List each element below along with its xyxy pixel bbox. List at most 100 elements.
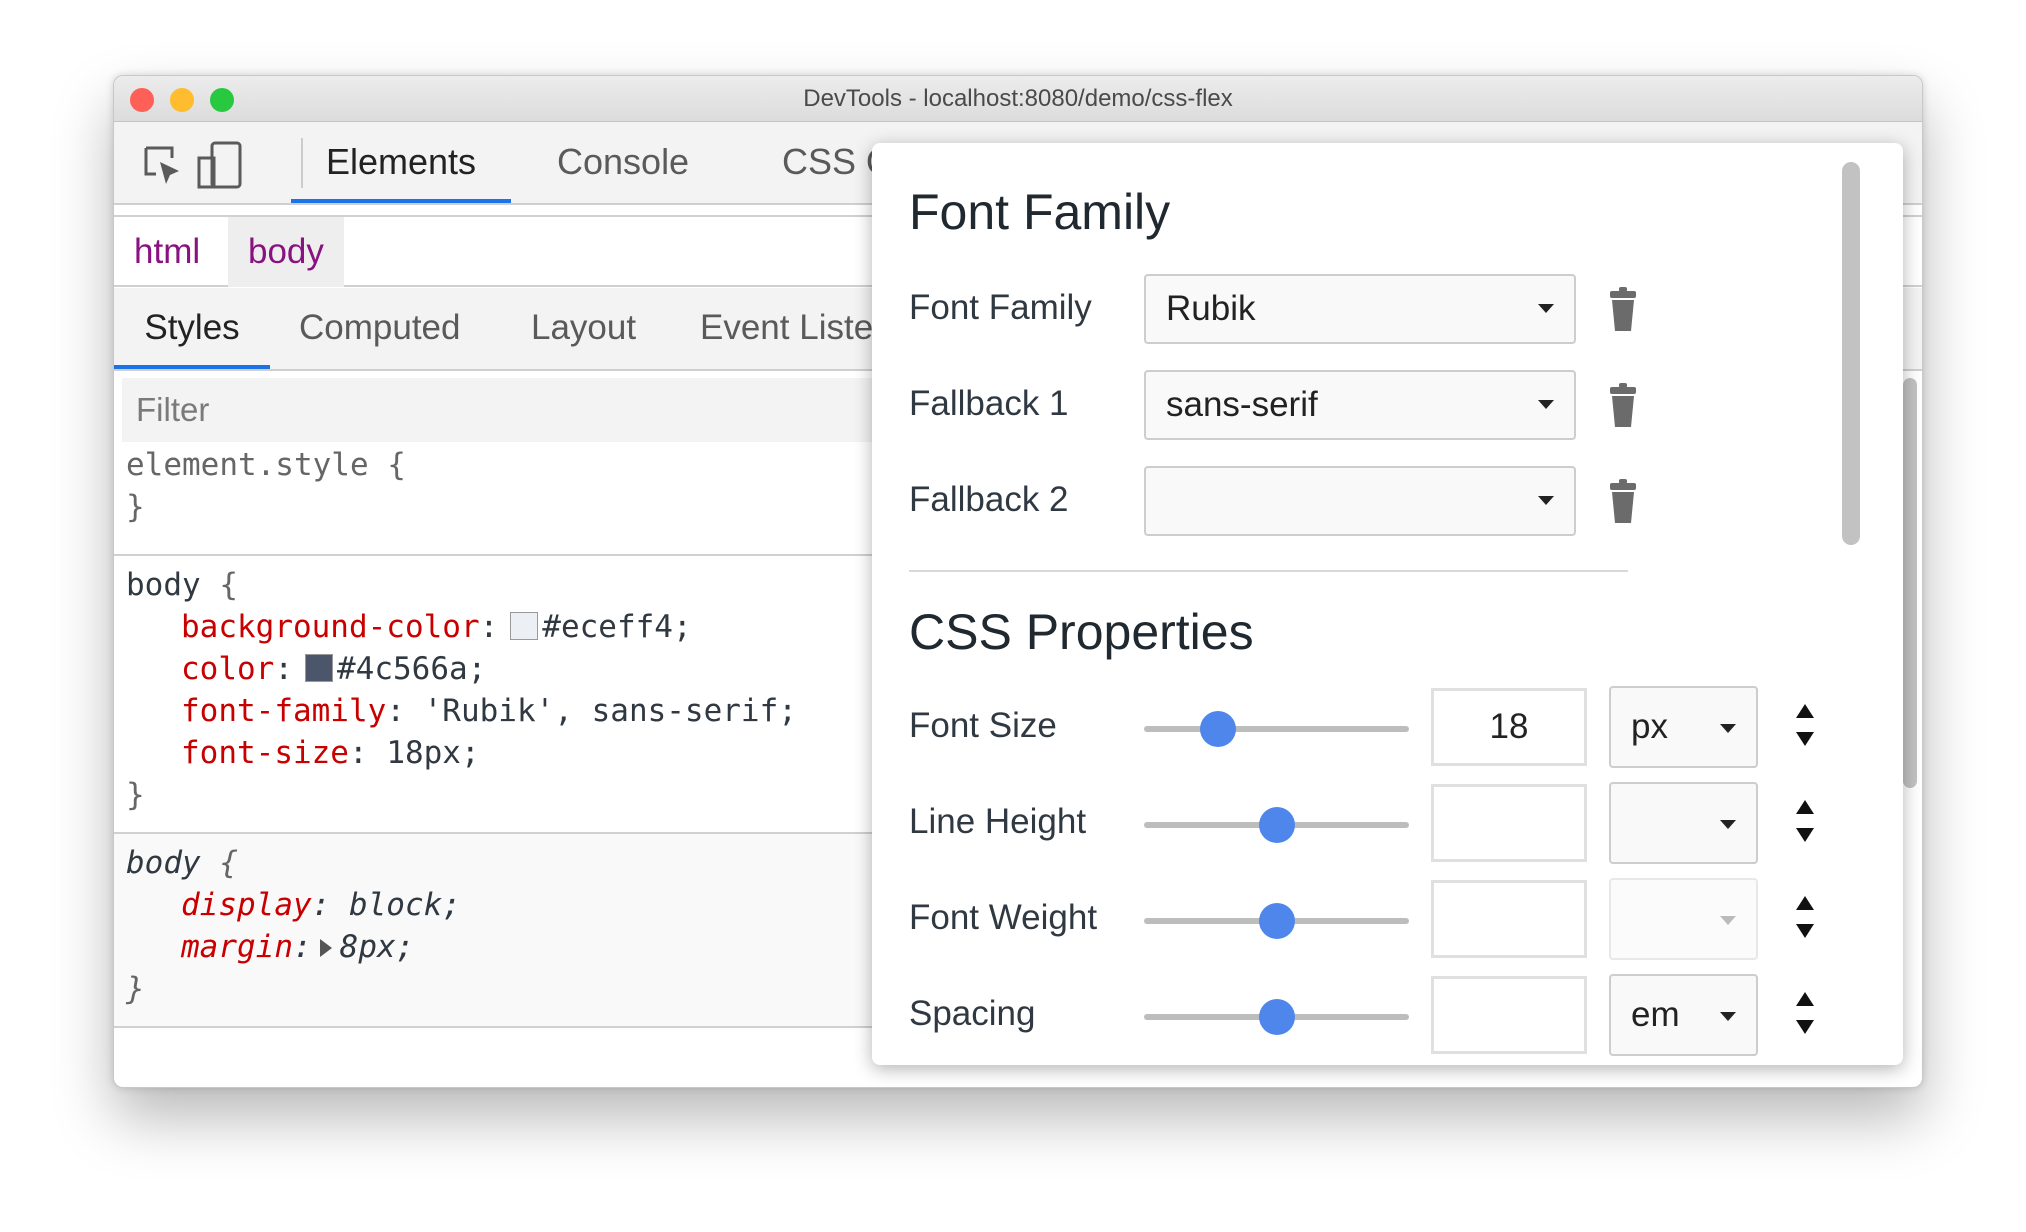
chevron-down-icon xyxy=(1720,724,1736,733)
css-properties-heading: CSS Properties xyxy=(909,604,1254,660)
rule-selector: body xyxy=(126,567,201,603)
property-name[interactable]: color xyxy=(181,651,274,687)
property-value[interactable]: #4c566a; xyxy=(337,651,486,687)
trash-icon[interactable] xyxy=(1610,287,1636,331)
property-name: display xyxy=(181,887,312,923)
font-family-select[interactable]: sans-serif xyxy=(1144,370,1576,440)
trash-icon[interactable] xyxy=(1610,479,1636,523)
title-bar: DevTools - localhost:8080/demo/css-flex xyxy=(114,76,1922,122)
color-swatch[interactable] xyxy=(305,654,333,682)
font-family-heading: Font Family xyxy=(909,184,1171,240)
font-family-label: Font Family xyxy=(909,288,1092,327)
chevron-down-icon xyxy=(1538,400,1554,409)
font-family-select[interactable] xyxy=(1144,466,1576,536)
chevron-down-icon xyxy=(1720,820,1736,829)
inspect-element-icon[interactable] xyxy=(142,144,186,188)
property-slider[interactable] xyxy=(1144,999,1409,1035)
rule-close: } xyxy=(126,777,145,813)
breadcrumb-html[interactable]: html xyxy=(114,217,220,287)
tab-elements[interactable]: Elements xyxy=(291,122,511,203)
property-name: margin xyxy=(181,929,293,965)
slider-thumb[interactable] xyxy=(1259,807,1295,843)
tab-layout[interactable]: Layout xyxy=(531,288,636,369)
stepper-arrows-icon[interactable] xyxy=(1796,800,1816,842)
color-swatch[interactable] xyxy=(510,612,539,640)
section-divider xyxy=(909,570,1628,572)
property-label: Spacing xyxy=(909,994,1036,1033)
zoom-window-button[interactable] xyxy=(210,88,234,112)
property-value-input[interactable] xyxy=(1431,880,1587,958)
stepper-arrows-icon[interactable] xyxy=(1796,704,1816,746)
rule-close: } xyxy=(126,489,145,525)
font-editor-popup: Font Family Font Family Rubik Fallback 1… xyxy=(872,143,1903,1065)
close-window-button[interactable] xyxy=(130,88,154,112)
unit-select[interactable] xyxy=(1609,782,1758,864)
rule-selector: element.style { xyxy=(126,447,406,483)
unit-value: em xyxy=(1631,995,1680,1034)
property-value-input[interactable] xyxy=(1431,784,1587,862)
filter-input[interactable]: Filter xyxy=(122,378,902,442)
tab-console[interactable]: Console xyxy=(557,122,689,203)
declaration: display: block; xyxy=(181,887,461,923)
rule-body: body { background-color: #eceff4; color: #… xyxy=(126,564,797,816)
minimize-window-button[interactable] xyxy=(170,88,194,112)
declaration[interactable]: color: #4c566a; xyxy=(126,648,797,690)
rule-open: { xyxy=(200,845,238,881)
unit-select[interactable]: em xyxy=(1609,974,1758,1056)
property-slider[interactable] xyxy=(1144,903,1409,939)
rule-element-style: element.style { } xyxy=(126,444,406,528)
popup-scrollbar[interactable] xyxy=(1842,162,1860,545)
property-value-input[interactable] xyxy=(1431,976,1587,1054)
property-label: Font Weight xyxy=(909,898,1098,937)
font-family-label: Fallback 2 xyxy=(909,480,1069,519)
declaration[interactable]: font-size: 18px; xyxy=(126,732,797,774)
font-family-select[interactable]: Rubik xyxy=(1144,274,1576,344)
stepper-arrows-icon[interactable] xyxy=(1796,992,1816,1034)
slider-thumb[interactable] xyxy=(1200,711,1236,747)
property-value: 8px; xyxy=(339,929,415,965)
property-name[interactable]: background-color xyxy=(181,609,480,645)
divider xyxy=(114,1026,914,1028)
slider-thumb[interactable] xyxy=(1259,903,1295,939)
stepper-arrows-icon[interactable] xyxy=(1796,896,1816,938)
device-toolbar-icon[interactable] xyxy=(196,140,244,190)
unit-select[interactable]: px xyxy=(1609,686,1758,768)
property-name[interactable]: font-size xyxy=(181,735,349,771)
trash-icon[interactable] xyxy=(1610,383,1636,427)
property-value[interactable]: 'Rubik', sans-serif; xyxy=(424,693,797,729)
chevron-down-icon xyxy=(1720,1012,1736,1021)
tab-css-overview[interactable]: CSS Overview xyxy=(782,122,882,203)
unit-value: px xyxy=(1631,707,1668,746)
rule-selector: body xyxy=(126,845,201,881)
declaration[interactable]: background-color: #eceff4; xyxy=(126,606,797,648)
tab-event-listeners[interactable]: Event Listeners xyxy=(700,288,900,369)
unit-select xyxy=(1609,878,1758,960)
property-value-input[interactable]: 18 xyxy=(1431,688,1587,766)
rule-body-user-agent: body { display: block; margin: 8px; } xyxy=(126,842,461,1010)
chevron-down-icon xyxy=(1720,916,1736,925)
tab-computed[interactable]: Computed xyxy=(299,288,460,369)
property-slider[interactable] xyxy=(1144,711,1409,747)
divider xyxy=(114,554,914,556)
property-value[interactable]: #eceff4; xyxy=(542,609,691,645)
chevron-down-icon xyxy=(1538,496,1554,505)
property-slider[interactable] xyxy=(1144,807,1409,843)
rule-close: } xyxy=(126,971,145,1007)
declaration[interactable]: font-family: 'Rubik', sans-serif; xyxy=(126,690,797,732)
property-value: block; xyxy=(348,887,461,923)
property-name[interactable]: font-family xyxy=(181,693,386,729)
property-label: Line Height xyxy=(909,802,1087,841)
property-value[interactable]: 18px; xyxy=(386,735,479,771)
font-family-value: Rubik xyxy=(1166,289,1256,328)
tab-styles[interactable]: Styles xyxy=(114,288,270,369)
font-family-label: Fallback 1 xyxy=(909,384,1069,423)
styles-scrollbar[interactable] xyxy=(1903,378,1917,788)
breadcrumb-body[interactable]: body xyxy=(228,217,344,287)
window-title: DevTools - localhost:8080/demo/css-flex xyxy=(803,85,1233,112)
expand-triangle-icon[interactable] xyxy=(319,939,332,957)
font-family-value: sans-serif xyxy=(1166,385,1318,424)
chevron-down-icon xyxy=(1538,304,1554,313)
declaration: margin: 8px; xyxy=(181,929,415,965)
rule-open: { xyxy=(200,567,238,603)
slider-thumb[interactable] xyxy=(1259,999,1295,1035)
